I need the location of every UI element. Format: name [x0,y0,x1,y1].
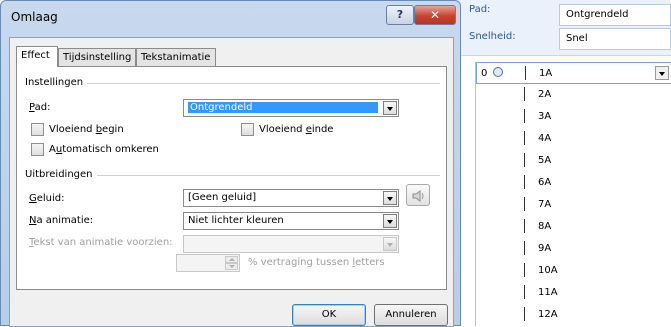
tab-timing[interactable]: Tijdsinstelling [58,48,136,66]
pane-path-field[interactable]: Ontgrendeld [559,4,671,26]
animation-list-item[interactable]: 11A [476,282,671,304]
animation-pane: Pad: Ontgrendeld Snelheid: Snel 0 1A 2A … [455,0,671,326]
clock-icon [493,67,503,77]
close-icon: ✕ [429,8,441,22]
speaker-icon [412,190,424,202]
dialog-titlebar[interactable]: Omlaag ? ✕ [1,1,462,33]
chevron-down-icon [387,243,393,247]
auto-reverse-label: Automatisch omkeren [49,144,159,155]
smooth-end-label: Vloeiend einde [259,124,334,135]
animation-label: 3A [538,111,552,122]
animate-text-label: Tekst van animatie voorzien: [29,237,173,248]
path-select-value: Ontgrendeld [188,102,378,113]
checkbox-box[interactable] [241,123,254,136]
spin-up-button[interactable] [225,256,238,263]
animation-list-item[interactable]: 6A [476,172,671,194]
animation-list-item[interactable]: 5A [476,150,671,172]
timeline-bar [524,197,525,211]
timeline-bar [524,263,525,277]
chevron-up-icon [228,258,235,261]
tab-effect[interactable]: Effect [16,46,58,67]
animation-label: 1A [539,68,553,79]
animation-list-item[interactable]: 0 1A [476,62,671,84]
sound-dropdown-button[interactable] [383,191,397,205]
animation-list-item[interactable]: 12A [476,304,671,326]
help-icon: ? [396,8,404,21]
checkbox-box[interactable] [31,143,44,156]
tab-text-animation[interactable]: Tekstanimatie [136,48,216,66]
animation-label: 8A [538,221,552,232]
animation-label: 4A [538,133,552,144]
animation-label: 10A [538,265,558,276]
timeline-bar [525,66,526,80]
animate-text-dropdown-button[interactable] [383,237,397,251]
smooth-start-label: Vloeiend begin [49,124,124,135]
chevron-down-icon [387,197,393,201]
enhancements-group-label: Uitbreidingen [25,169,97,180]
after-animation-dropdown-button[interactable] [383,214,397,228]
animation-order: 0 [481,68,488,79]
cancel-button[interactable]: Annuleren [374,304,448,326]
help-button[interactable]: ? [386,5,414,25]
animation-pane-header: Pad: Ontgrendeld Snelheid: Snel [455,0,671,56]
animation-list-item[interactable]: 7A [476,194,671,216]
dialog-client-area: Effect Tijdsinstelling Tekstanimatie Ins… [9,37,454,327]
group-divider [25,83,440,84]
settings-group-label: Instellingen [25,77,88,88]
animate-text-select[interactable] [183,235,399,253]
after-animation-label: Na animatie: [29,215,94,226]
animation-list-item[interactable]: 3A [476,106,671,128]
pane-speed-field[interactable]: Snel [559,28,671,50]
animation-list-item[interactable]: 2A [476,84,671,106]
letter-delay-label: % vertraging tussen letters [248,257,385,268]
close-button[interactable]: ✕ [414,5,456,25]
animation-label: 7A [538,199,552,210]
animation-list-item[interactable]: 10A [476,260,671,282]
timeline-bar [524,131,525,145]
pane-path-label: Pad: [469,4,491,15]
pane-speed-label: Snelheid: [469,31,516,42]
path-select[interactable]: Ontgrendeld [183,99,399,117]
dialog-title: Omlaag [11,10,58,24]
spin-down-button[interactable] [225,263,238,270]
animation-label: 12A [538,309,558,320]
path-dropdown-button[interactable] [383,101,397,115]
animation-list-item[interactable]: 8A [476,216,671,238]
chevron-down-icon [387,220,393,224]
animation-label: 9A [538,243,552,254]
effect-options-dialog: Omlaag ? ✕ Effect Tijdsinstelling Teksta… [0,0,462,327]
sound-select-value: [Geen geluid] [188,192,257,203]
animation-list-item[interactable]: 9A [476,238,671,260]
chevron-down-icon [659,72,665,76]
animation-list: 0 1A 2A 3A 4A 5A 6A 7A 8A 9A 10A 11A 12A [475,62,671,326]
animation-list-item[interactable]: 4A [476,128,671,150]
chevron-down-icon [228,265,235,268]
path-label: Pad: [29,102,51,113]
after-animation-value: Niet lichter kleuren [188,215,284,226]
animation-label: 6A [538,177,552,188]
after-animation-select[interactable]: Niet lichter kleuren [183,212,399,230]
timeline-bar [524,153,525,167]
timeline-bar [524,241,525,255]
letter-delay-spinner[interactable] [176,254,240,272]
timeline-bar [524,219,525,233]
sound-label: Geluid: [29,193,65,204]
timeline-bar [524,87,525,101]
checkbox-box[interactable] [31,123,44,136]
timeline-bar [524,175,525,189]
sound-select[interactable]: [Geen geluid] [183,189,399,207]
ok-button[interactable]: OK [292,304,366,326]
timeline-bar [524,307,525,321]
timeline-bar [524,109,525,123]
sound-volume-button[interactable] [406,184,430,206]
item-dropdown-button[interactable] [655,66,669,80]
animation-label: 5A [538,155,552,166]
animation-label: 11A [538,287,558,298]
timeline-bar [524,285,525,299]
chevron-down-icon [387,107,393,111]
animation-label: 2A [538,89,552,100]
